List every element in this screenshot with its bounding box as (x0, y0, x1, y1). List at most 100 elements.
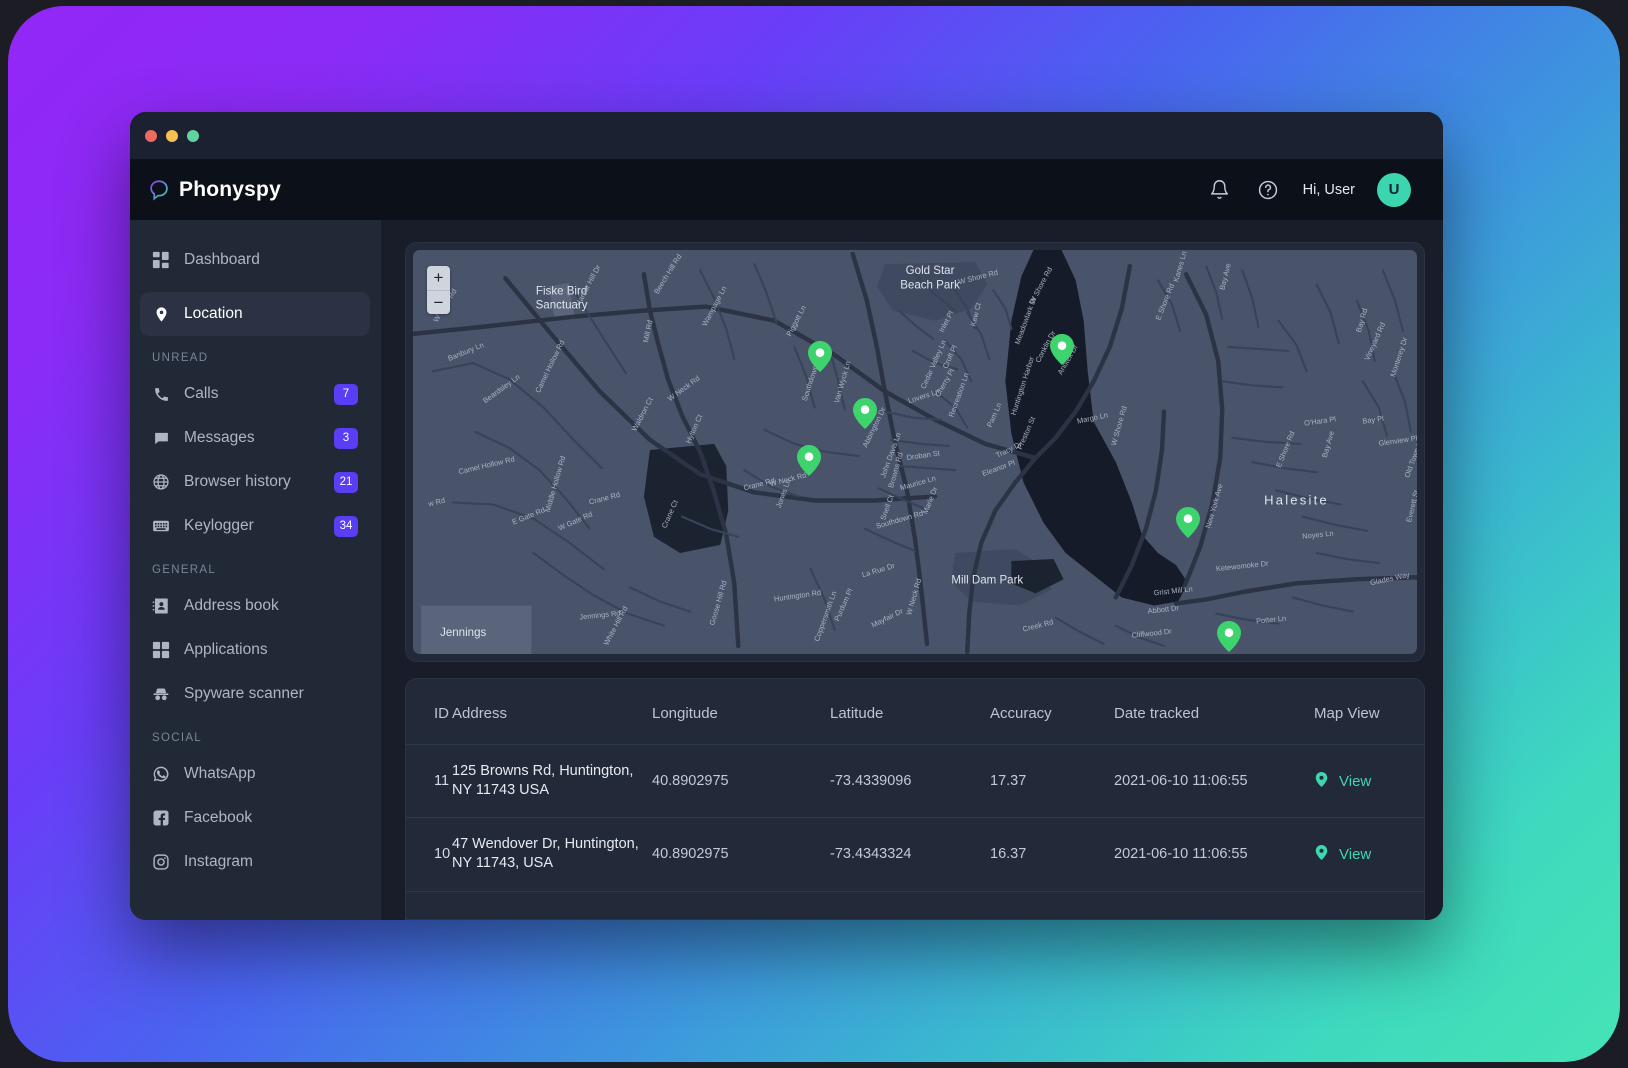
cell-date-tracked: 2021-06-10 11:06:55 (1114, 818, 1314, 891)
sidebar-item-messages[interactable]: Messages 3 (140, 416, 370, 460)
app-header: Phonyspy Hi, User U (130, 159, 1443, 220)
cell-accuracy: 16.37 (990, 818, 1114, 891)
sidebar-item-spyware-scanner[interactable]: Spyware scanner (140, 672, 370, 716)
map-tiles: Fiske Bird Sanctuary Gold Star Beach Par… (413, 250, 1417, 654)
brand-name: Phonyspy (179, 178, 281, 202)
sidebar-item-label: WhatsApp (184, 765, 358, 783)
view-location-link[interactable]: View (1314, 843, 1424, 866)
unread-badge: 7 (334, 384, 358, 405)
window-close-button[interactable] (145, 130, 157, 142)
sidebar-item-instagram[interactable]: Instagram (140, 840, 370, 884)
map-marker[interactable] (1176, 507, 1200, 538)
cell-longitude: 40.8902975 (652, 818, 830, 891)
zoom-out-button[interactable]: − (427, 291, 450, 315)
sidebar: Dashboard Location UNREAD (130, 220, 381, 920)
phone-icon (152, 385, 170, 403)
grid-icon (152, 641, 170, 659)
map-pin-icon (1314, 770, 1329, 793)
instagram-icon (152, 853, 170, 871)
cell-latitude: -73.4343324 (830, 818, 990, 891)
table-header: ID Address Longitude Latitude Accuracy D… (406, 679, 1424, 745)
sidebar-item-label: Browser history (184, 473, 320, 491)
view-label: View (1339, 773, 1371, 790)
sidebar-item-keylogger[interactable]: Keylogger 34 (140, 504, 370, 548)
column-header-date-tracked[interactable]: Date tracked (1114, 679, 1314, 745)
greeting-text: Hi, User (1303, 182, 1355, 198)
map-card: Fiske Bird Sanctuary Gold Star Beach Par… (405, 242, 1425, 662)
map-marker[interactable] (1217, 621, 1241, 652)
bell-icon[interactable] (1207, 177, 1233, 203)
svg-text:Gold Star: Gold Star (906, 265, 955, 277)
table-body: 11 125 Browns Rd, Huntington, NY 11743 U… (406, 745, 1424, 892)
sidebar-item-whatsapp[interactable]: WhatsApp (140, 752, 370, 796)
sidebar-item-label: Location (184, 305, 358, 323)
table-row[interactable]: 10 47 Wendover Dr, Huntington, NY 11743,… (406, 818, 1424, 891)
sidebar-item-label: Keylogger (184, 517, 320, 535)
spacer (130, 282, 380, 292)
sidebar-item-label: Facebook (184, 809, 358, 827)
cell-longitude: 40.8902975 (652, 745, 830, 818)
unread-badge: 21 (334, 472, 358, 493)
sidebar-item-label: Spyware scanner (184, 685, 358, 703)
map-marker[interactable] (797, 445, 821, 476)
map-zoom-control[interactable]: + − (427, 266, 450, 314)
keyboard-icon (152, 517, 170, 535)
sidebar-item-location[interactable]: Location (140, 292, 370, 336)
question-circle-icon[interactable] (1255, 177, 1281, 203)
zoom-in-button[interactable]: + (427, 266, 450, 291)
svg-text:Jennings: Jennings (440, 627, 486, 639)
cell-id: 11 (406, 745, 452, 818)
incognito-icon (152, 685, 170, 703)
sidebar-item-label: Address book (184, 597, 358, 615)
sidebar-item-address-book[interactable]: Address book (140, 584, 370, 628)
column-header-address[interactable]: Address (452, 679, 652, 745)
sidebar-item-applications[interactable]: Applications (140, 628, 370, 672)
app-window: Phonyspy Hi, User U (130, 112, 1443, 920)
map-canvas[interactable]: Fiske Bird Sanctuary Gold Star Beach Par… (413, 250, 1417, 654)
cell-address: 125 Browns Rd, Huntington, NY 11743 USA (452, 745, 652, 818)
avatar[interactable]: U (1377, 173, 1411, 207)
map-marker[interactable] (808, 341, 832, 372)
svg-text:Beach Park: Beach Park (900, 279, 960, 291)
sidebar-item-dashboard[interactable]: Dashboard (140, 238, 370, 282)
map-marker[interactable] (1050, 334, 1074, 365)
column-header-map-view[interactable]: Map View (1314, 679, 1424, 745)
table-header-row: ID Address Longitude Latitude Accuracy D… (406, 679, 1424, 745)
sidebar-item-label: Calls (184, 385, 320, 403)
sidebar-item-browser-history[interactable]: Browser history 21 (140, 460, 370, 504)
sidebar-section-general-label: GENERAL (130, 564, 380, 576)
window-minimize-button[interactable] (166, 130, 178, 142)
header-actions: Hi, User U (1207, 173, 1411, 207)
sidebar-item-calls[interactable]: Calls 7 (140, 372, 370, 416)
sidebar-item-label: Dashboard (184, 251, 358, 269)
map-marker[interactable] (853, 398, 877, 429)
column-header-accuracy[interactable]: Accuracy (990, 679, 1114, 745)
table-row[interactable]: 11 125 Browns Rd, Huntington, NY 11743 U… (406, 745, 1424, 818)
svg-text:Mill Dam Park: Mill Dam Park (951, 574, 1023, 586)
view-label: View (1339, 846, 1371, 863)
sidebar-item-facebook[interactable]: Facebook (140, 796, 370, 840)
cell-latitude: -73.4339096 (830, 745, 990, 818)
sidebar-section-social-label: SOCIAL (130, 732, 380, 744)
cell-date-tracked: 2021-06-10 11:06:55 (1114, 745, 1314, 818)
contact-card-icon (152, 597, 170, 615)
column-header-latitude[interactable]: Latitude (830, 679, 990, 745)
cell-id: 10 (406, 818, 452, 891)
location-table-card: ID Address Longitude Latitude Accuracy D… (405, 678, 1425, 920)
cell-address: 47 Wendover Dr, Huntington, NY 11743, US… (452, 818, 652, 891)
column-header-id[interactable]: ID (406, 679, 452, 745)
map-pin-icon (1314, 843, 1329, 866)
cell-accuracy: 17.37 (990, 745, 1114, 818)
speech-bubble-logo-icon (148, 179, 170, 201)
view-location-link[interactable]: View (1314, 770, 1424, 793)
map-pin-icon (152, 305, 170, 323)
facebook-icon (152, 809, 170, 827)
location-table: ID Address Longitude Latitude Accuracy D… (406, 679, 1424, 892)
cell-map-view: View (1314, 818, 1424, 891)
column-header-longitude[interactable]: Longitude (652, 679, 830, 745)
unread-badge: 3 (334, 428, 358, 449)
brand-logo[interactable]: Phonyspy (148, 178, 281, 202)
whatsapp-icon (152, 765, 170, 783)
sidebar-item-label: Applications (184, 641, 358, 659)
window-maximize-button[interactable] (187, 130, 199, 142)
